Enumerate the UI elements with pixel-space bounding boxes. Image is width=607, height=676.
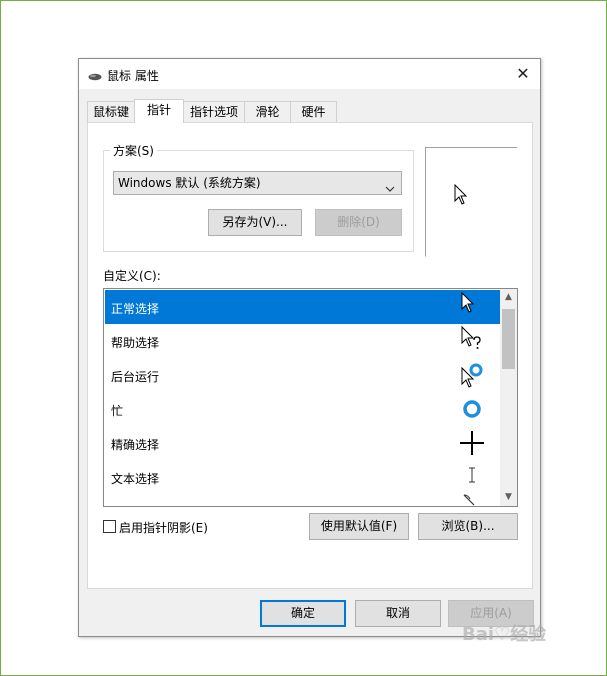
list-item-label: 正常选择	[111, 302, 160, 316]
list-item-label: 文本选择	[111, 472, 160, 486]
working-in-background-cursor-icon	[457, 358, 487, 392]
window-title: 鼠标 属性	[107, 69, 159, 83]
list-item[interactable]: 后台运行	[105, 358, 500, 392]
chevron-down-icon	[385, 178, 395, 200]
save-as-button[interactable]: 另存为(V)...	[208, 209, 302, 236]
scheme-groupbox	[103, 150, 414, 252]
list-item[interactable]: 精确选择	[105, 426, 500, 460]
cursor-preview	[425, 147, 517, 257]
cursor-list[interactable]: 正常选择 帮助选择 后台运行 忙 精确选择 文本选择 ▲ ▼	[103, 288, 518, 507]
arrow-cursor-icon	[454, 183, 468, 209]
list-item-label: 精确选择	[111, 438, 160, 452]
customize-label: 自定义(C):	[103, 269, 161, 283]
busy-cursor-icon	[457, 392, 487, 426]
list-item-label: 后台运行	[111, 370, 160, 384]
shadow-checkbox-label: 启用指针阴影(E)	[119, 521, 208, 535]
scroll-up-arrow-icon[interactable]: ▲	[500, 289, 517, 306]
list-item[interactable]: 帮助选择	[105, 324, 500, 358]
scroll-down-arrow-icon[interactable]: ▼	[500, 489, 517, 506]
title-bar: 鼠标 属性 ✕	[79, 59, 540, 89]
shadow-checkbox[interactable]	[103, 520, 116, 533]
use-default-button[interactable]: 使用默认值(F)	[309, 513, 409, 540]
list-scrollbar[interactable]: ▲ ▼	[500, 289, 517, 506]
handwriting-cursor-icon	[456, 493, 486, 506]
tab-buttons[interactable]: 鼠标键	[87, 101, 135, 122]
scheme-dropdown[interactable]: Windows 默认 (系统方案)	[113, 171, 402, 195]
pointers-panel: 方案(S) Windows 默认 (系统方案) 另存为(V)... 删除(D) …	[87, 122, 533, 589]
list-item[interactable]: 文本选择	[105, 460, 500, 494]
tab-pointers[interactable]: 指针	[134, 99, 184, 123]
scheme-label: 方案(S)	[110, 142, 157, 159]
delete-button[interactable]: 删除(D)	[315, 209, 402, 236]
watermark: Bai♡经验	[462, 624, 547, 645]
list-item[interactable]: 忙	[105, 392, 500, 426]
precision-cursor-icon	[457, 426, 487, 460]
tab-wheel[interactable]: 滑轮	[244, 101, 291, 122]
scroll-thumb[interactable]	[502, 309, 515, 369]
list-item-label: 帮助选择	[111, 336, 160, 350]
text-cursor-icon	[457, 460, 487, 494]
tab-pointer-options[interactable]: 指针选项	[183, 101, 245, 122]
close-button[interactable]: ✕	[506, 59, 540, 89]
list-item[interactable]: 正常选择	[105, 290, 500, 324]
list-item-label: 忙	[111, 404, 124, 418]
browse-button[interactable]: 浏览(B)...	[418, 513, 518, 540]
cancel-button[interactable]: 取消	[355, 600, 441, 627]
scheme-selected-value: Windows 默认 (系统方案)	[118, 176, 261, 190]
help-cursor-icon	[457, 324, 487, 358]
tab-hardware[interactable]: 硬件	[290, 101, 337, 122]
mouse-icon	[88, 70, 102, 84]
ok-button[interactable]: 确定	[260, 600, 346, 627]
mouse-properties-dialog: 鼠标 属性 ✕ 鼠标键 指针 指针选项 滑轮 硬件 方案(S) Windows …	[78, 58, 541, 637]
arrow-cursor-icon	[457, 290, 487, 324]
